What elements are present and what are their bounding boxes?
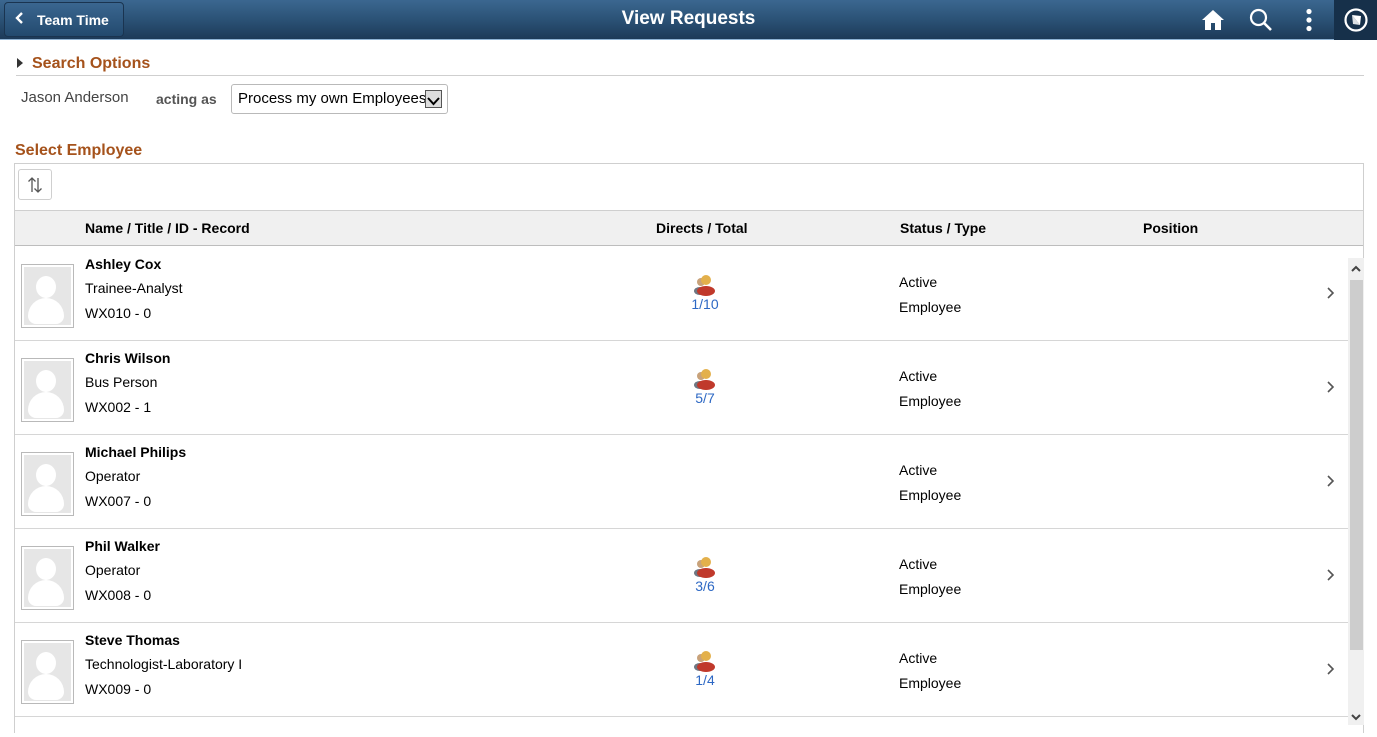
people-icon <box>694 557 715 578</box>
employee-photo <box>21 264 74 328</box>
back-button[interactable]: Team Time <box>4 2 124 37</box>
user-name: Jason Anderson <box>21 89 129 106</box>
employee-type: Employee <box>899 581 962 597</box>
employee-id-record: WX009 - 0 <box>85 681 152 697</box>
search-button[interactable] <box>1239 0 1283 40</box>
employee-name: Phil Walker <box>85 538 160 554</box>
more-actions-button[interactable] <box>1287 0 1331 40</box>
chevron-right-icon[interactable] <box>1325 473 1337 489</box>
employee-name: Chris Wilson <box>85 350 171 366</box>
people-icon <box>694 369 715 390</box>
chevron-up-icon <box>1351 265 1361 272</box>
employee-title: Operator <box>85 468 141 484</box>
scroll-thumb[interactable] <box>1350 280 1363 650</box>
chevron-down-icon <box>1351 714 1361 721</box>
grid-scrollbar[interactable] <box>1348 258 1364 725</box>
directs-total-link[interactable]: 3/6 <box>675 578 735 594</box>
employee-row[interactable]: Ashley Cox Trainee-Analyst WX010 - 0 1/1… <box>15 247 1348 341</box>
navbar-button[interactable] <box>1334 0 1377 40</box>
chevron-right-icon[interactable] <box>1325 379 1337 395</box>
chevron-left-icon <box>15 12 29 27</box>
scroll-down-button[interactable] <box>1348 709 1364 725</box>
employee-status: Active <box>899 556 938 572</box>
employee-name: Michael Philips <box>85 444 187 460</box>
search-icon <box>1249 8 1272 31</box>
employee-status: Active <box>899 274 938 290</box>
page-title: View Requests <box>621 8 756 29</box>
home-button[interactable] <box>1191 0 1235 40</box>
employee-photo <box>21 452 74 516</box>
scroll-up-button[interactable] <box>1348 258 1364 280</box>
sort-button[interactable] <box>18 169 52 200</box>
employee-type: Employee <box>899 487 962 503</box>
directs-total-link[interactable]: 1/10 <box>675 296 735 312</box>
navbar-compass-icon <box>1343 8 1368 32</box>
employee-status: Active <box>899 368 938 384</box>
directs-total-link[interactable]: 5/7 <box>675 390 735 406</box>
people-icon <box>694 275 715 296</box>
employee-row[interactable]: Steve Thomas Technologist-Laboratory I W… <box>15 623 1348 717</box>
employee-id-record: WX010 - 0 <box>85 305 152 321</box>
acting-as-value: Process my own Employees <box>238 90 427 107</box>
app-header: Team Time View Requests <box>0 0 1377 40</box>
select-employee-title: Select Employee <box>15 142 143 159</box>
directs-total[interactable]: 3/6 <box>675 556 735 594</box>
employee-status: Active <box>899 462 938 478</box>
employee-name: Steve Thomas <box>85 632 180 648</box>
employee-type: Employee <box>899 675 962 691</box>
more-actions-icon <box>1306 8 1312 32</box>
employee-id-record: WX002 - 1 <box>85 399 152 415</box>
search-options-section[interactable]: Search Options <box>16 54 1364 76</box>
column-header-status: Status / Type <box>900 220 987 236</box>
column-header-directs: Directs / Total <box>656 220 748 236</box>
acting-as-label: acting as <box>156 91 217 107</box>
employee-photo <box>21 640 74 704</box>
employee-title: Trainee-Analyst <box>85 280 183 296</box>
chevron-right-icon[interactable] <box>1325 661 1337 677</box>
employee-title: Technologist-Laboratory I <box>85 656 243 672</box>
employee-row[interactable]: Chris Wilson Bus Person WX002 - 1 5/7 Ac… <box>15 341 1348 435</box>
column-header-name: Name / Title / ID - Record <box>85 220 250 236</box>
employee-row[interactable]: Phil Walker Operator WX008 - 0 3/6 Activ… <box>15 529 1348 623</box>
chevron-right-icon[interactable] <box>1325 285 1337 301</box>
employee-row[interactable]: Michael Philips Operator WX007 - 0 Activ… <box>15 435 1348 529</box>
directs-total[interactable]: 5/7 <box>675 368 735 406</box>
employee-type: Employee <box>899 299 962 315</box>
directs-total-link[interactable]: 1/4 <box>675 672 735 688</box>
acting-as-select[interactable]: Process my own Employees <box>231 84 448 114</box>
chevron-down-icon[interactable] <box>425 90 442 108</box>
employee-rows: Ashley Cox Trainee-Analyst WX010 - 0 1/1… <box>15 247 1348 737</box>
employee-grid: Name / Title / ID - Record Directs / Tot… <box>14 163 1364 733</box>
employee-status: Active <box>899 650 938 666</box>
home-icon <box>1202 10 1224 30</box>
employee-title: Operator <box>85 562 141 578</box>
grid-toolbar <box>15 164 1363 211</box>
directs-total[interactable]: 1/10 <box>675 274 735 312</box>
search-options-label[interactable]: Search Options <box>32 55 150 73</box>
expand-triangle-icon[interactable] <box>17 58 23 68</box>
employee-type: Employee <box>899 393 962 409</box>
grid-column-headers: Name / Title / ID - Record Directs / Tot… <box>15 211 1363 246</box>
back-button-label: Team Time <box>37 11 109 28</box>
chevron-right-icon[interactable] <box>1325 567 1337 583</box>
sort-icon <box>28 176 42 193</box>
employee-name: Ashley Cox <box>85 256 162 272</box>
column-header-position: Position <box>1143 220 1199 236</box>
employee-id-record: WX007 - 0 <box>85 493 152 509</box>
people-icon <box>694 651 715 672</box>
employee-id-record: WX008 - 0 <box>85 587 152 603</box>
employee-photo <box>21 546 74 610</box>
employee-title: Bus Person <box>85 374 158 390</box>
directs-total[interactable]: 1/4 <box>675 650 735 688</box>
employee-photo <box>21 358 74 422</box>
